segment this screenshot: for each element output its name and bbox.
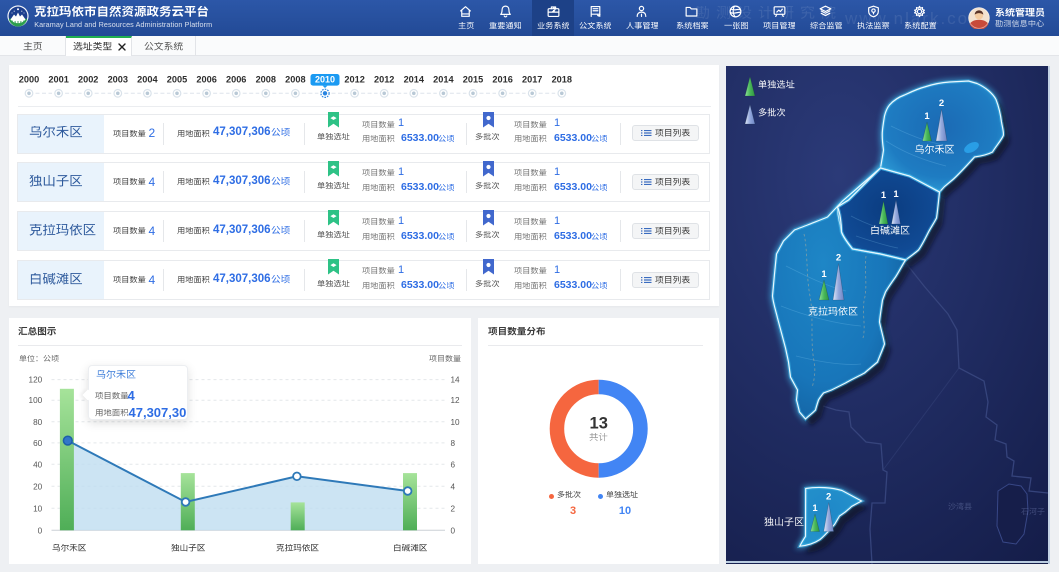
svg-text:80: 80 (33, 418, 43, 427)
svg-text:2017: 2017 (522, 75, 542, 85)
svg-text:2006: 2006 (196, 75, 216, 85)
svg-text:120: 120 (29, 376, 43, 385)
svg-text:10: 10 (33, 504, 43, 513)
svg-text:2012: 2012 (374, 75, 394, 85)
svg-text:2: 2 (939, 98, 944, 109)
svg-text:2: 2 (826, 492, 831, 503)
svg-text:0: 0 (38, 526, 43, 535)
svg-text:2: 2 (451, 504, 456, 513)
svg-text:2002: 2002 (78, 75, 98, 85)
svg-text:2010: 2010 (315, 75, 335, 85)
svg-text:1: 1 (881, 190, 887, 201)
svg-text:2003: 2003 (108, 75, 128, 85)
svg-text:13: 13 (590, 415, 608, 433)
svg-text:12: 12 (451, 396, 461, 405)
svg-text:2015: 2015 (463, 75, 483, 85)
svg-text:2014: 2014 (404, 75, 425, 85)
svg-text:14: 14 (451, 376, 461, 385)
svg-text:10: 10 (451, 418, 461, 427)
svg-text:2006: 2006 (226, 75, 246, 85)
svg-text:2001: 2001 (48, 75, 68, 85)
svg-text:2: 2 (836, 253, 841, 264)
svg-text:4: 4 (451, 482, 456, 491)
svg-text:6: 6 (451, 460, 456, 469)
svg-text:100: 100 (29, 396, 43, 405)
svg-text:2014: 2014 (433, 75, 454, 85)
svg-text:2000: 2000 (19, 75, 39, 85)
svg-text:2005: 2005 (167, 75, 187, 85)
svg-text:2008: 2008 (256, 75, 276, 85)
svg-text:1: 1 (812, 503, 818, 514)
svg-text:20: 20 (33, 482, 43, 491)
svg-text:2008: 2008 (285, 75, 305, 85)
svg-text:0: 0 (451, 526, 456, 535)
svg-text:1: 1 (924, 111, 930, 122)
svg-text:8: 8 (451, 439, 456, 448)
svg-text:60: 60 (33, 439, 43, 448)
svg-text:1: 1 (821, 269, 827, 280)
svg-text:1: 1 (893, 189, 899, 200)
svg-text:2004: 2004 (137, 75, 158, 85)
svg-text:2018: 2018 (552, 75, 572, 85)
svg-text:2016: 2016 (492, 75, 512, 85)
svg-text:40: 40 (33, 460, 43, 469)
svg-text:2012: 2012 (344, 75, 364, 85)
